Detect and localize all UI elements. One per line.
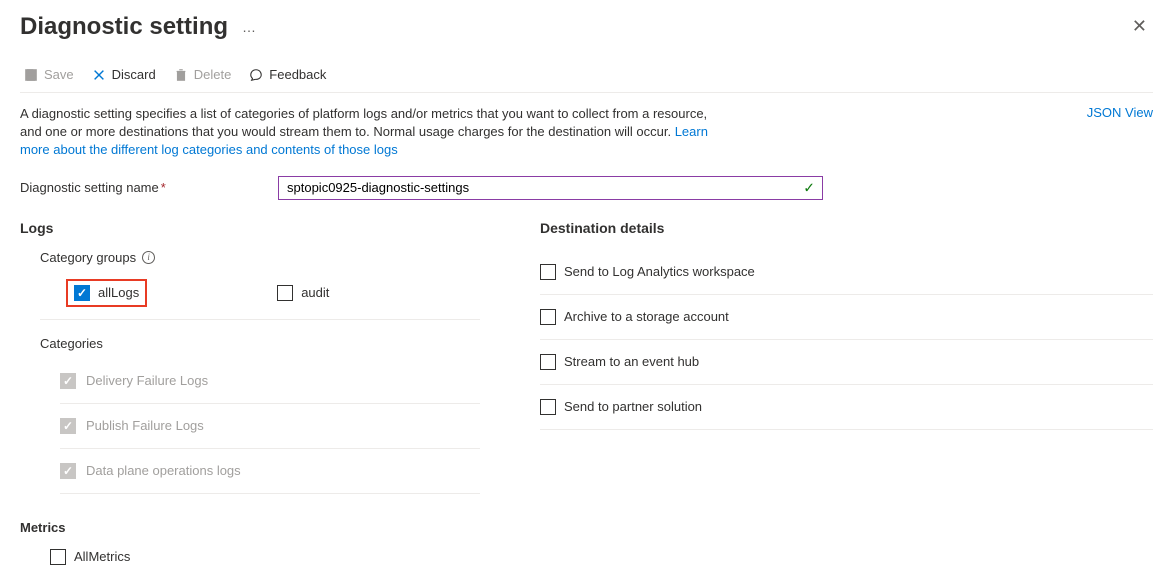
discard-label: Discard <box>112 67 156 82</box>
alllogs-highlight: allLogs <box>66 279 147 307</box>
valid-check-icon: ✓ <box>803 179 815 196</box>
json-view-link[interactable]: JSON View <box>1087 105 1153 120</box>
audit-label: audit <box>301 285 329 300</box>
audit-checkbox[interactable]: audit <box>277 279 329 307</box>
alllogs-label: allLogs <box>98 285 139 300</box>
category-label: Delivery Failure Logs <box>86 373 208 388</box>
checkbox-disabled-icon <box>60 418 76 434</box>
dest-label: Send to Log Analytics workspace <box>564 264 755 279</box>
discard-icon <box>92 68 106 82</box>
category-label: Data plane operations logs <box>86 463 241 478</box>
categories-label: Categories <box>40 336 480 351</box>
command-bar: Save Discard Delete Feedback <box>20 53 1153 93</box>
info-icon[interactable]: i <box>142 251 155 264</box>
dest-log-analytics-checkbox[interactable]: Send to Log Analytics workspace <box>540 264 755 280</box>
name-field-label: Diagnostic setting name* <box>20 180 270 195</box>
dest-label: Archive to a storage account <box>564 309 729 324</box>
alllogs-checkbox[interactable]: allLogs <box>74 285 139 301</box>
checkbox-disabled-icon <box>60 373 76 389</box>
category-groups-label: Category groups <box>40 250 136 265</box>
logs-section-title: Logs <box>20 220 480 236</box>
more-menu-button[interactable]: … <box>238 19 260 35</box>
close-button[interactable]: ✕ <box>1126 10 1153 43</box>
checkbox-icon <box>50 549 66 565</box>
save-label: Save <box>44 67 74 82</box>
destination-section-title: Destination details <box>540 220 1153 236</box>
allmetrics-label: AllMetrics <box>74 549 130 564</box>
checkbox-icon <box>277 285 293 301</box>
discard-button[interactable]: Discard <box>92 67 156 82</box>
delete-label: Delete <box>194 67 232 82</box>
dest-label: Stream to an event hub <box>564 354 699 369</box>
page-title: Diagnostic setting <box>20 13 228 41</box>
checkbox-icon <box>540 309 556 325</box>
diagnostic-name-input[interactable] <box>278 176 823 200</box>
checkbox-checked-icon <box>74 285 90 301</box>
save-icon <box>24 68 38 82</box>
delete-button: Delete <box>174 67 232 82</box>
category-item: Data plane operations logs <box>60 449 480 494</box>
dest-eventhub-checkbox[interactable]: Stream to an event hub <box>540 354 699 370</box>
dest-storage-checkbox[interactable]: Archive to a storage account <box>540 309 729 325</box>
delete-icon <box>174 68 188 82</box>
category-item: Delivery Failure Logs <box>60 359 480 404</box>
save-button: Save <box>24 67 74 82</box>
checkbox-icon <box>540 399 556 415</box>
feedback-label: Feedback <box>269 67 326 82</box>
allmetrics-checkbox[interactable]: AllMetrics <box>50 549 130 565</box>
category-item: Publish Failure Logs <box>60 404 480 449</box>
feedback-button[interactable]: Feedback <box>249 67 326 82</box>
dest-label: Send to partner solution <box>564 399 702 414</box>
description-body: A diagnostic setting specifies a list of… <box>20 106 707 139</box>
metrics-section-title: Metrics <box>20 520 480 535</box>
checkbox-disabled-icon <box>60 463 76 479</box>
description-text: A diagnostic setting specifies a list of… <box>20 105 720 160</box>
dest-partner-checkbox[interactable]: Send to partner solution <box>540 399 702 415</box>
feedback-icon <box>249 68 263 82</box>
category-label: Publish Failure Logs <box>86 418 204 433</box>
checkbox-icon <box>540 264 556 280</box>
checkbox-icon <box>540 354 556 370</box>
